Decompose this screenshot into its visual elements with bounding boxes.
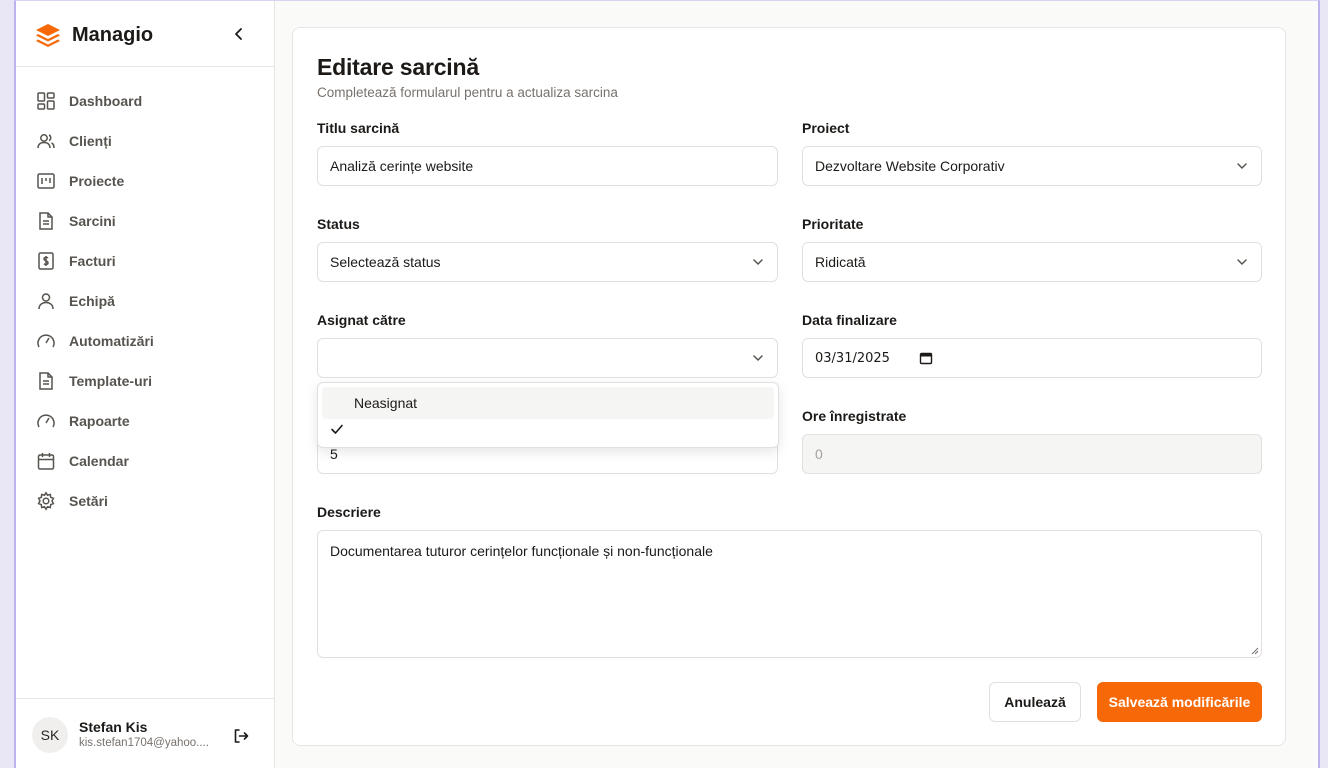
logout-icon[interactable] xyxy=(232,727,250,745)
sidebar-nav: Dashboard Clienți Proiecte Sarcini Factu… xyxy=(16,81,275,521)
cancel-button[interactable]: Anulează xyxy=(989,682,1081,722)
sidebar-item-label: Calendar xyxy=(69,453,129,469)
avatar: SK xyxy=(32,717,68,753)
sidebar-item-label: Proiecte xyxy=(69,173,125,189)
brand-header: Managio xyxy=(16,1,275,67)
sidebar-item-label: Sarcini xyxy=(69,213,116,229)
resize-handle-icon[interactable] xyxy=(1251,647,1259,655)
user-name: Stefan Kis xyxy=(79,719,148,735)
chevron-down-icon xyxy=(1237,163,1247,170)
sidebar-item-label: Echipă xyxy=(69,293,115,309)
save-button[interactable]: Salvează modificările xyxy=(1097,682,1262,722)
app-name: Managio xyxy=(72,24,154,46)
calendar-icon[interactable] xyxy=(919,351,933,365)
sidebar-item-label: Clienți xyxy=(69,133,112,149)
users-icon xyxy=(37,134,55,149)
task-title-input[interactable]: Analiză cerințe website xyxy=(317,146,778,186)
file-icon xyxy=(39,212,53,230)
sidebar-item-label: Facturi xyxy=(69,253,116,269)
calendar-icon xyxy=(37,453,55,470)
chevron-down-icon xyxy=(1237,259,1247,266)
description-label: Descriere xyxy=(317,504,381,520)
task-title-label: Titlu sarcină xyxy=(317,120,400,136)
user-profile: SK Stefan Kis kis.stefan1704@yahoo.... xyxy=(16,698,275,768)
priority-select-value: Ridicată xyxy=(815,254,866,270)
status-select[interactable]: Selectează status xyxy=(317,242,778,282)
page-title: Editare sarcină xyxy=(317,54,479,80)
check-icon xyxy=(331,424,343,434)
assignee-select[interactable] xyxy=(317,338,778,378)
priority-select[interactable]: Ridicată xyxy=(802,242,1262,282)
invoice-icon xyxy=(38,252,54,270)
project-select[interactable]: Dezvoltare Website Corporativ xyxy=(802,146,1262,186)
sidebar-item-label: Setări xyxy=(69,493,108,509)
chevron-left-icon[interactable] xyxy=(230,25,248,43)
sidebar-item-label: Rapoarte xyxy=(69,413,130,429)
edit-task-card: Editare sarcină Completează formularul p… xyxy=(292,27,1286,746)
assignee-label: Asignat către xyxy=(317,312,406,328)
gauge-icon xyxy=(37,334,55,348)
chevron-down-icon xyxy=(753,259,763,266)
sidebar-item-label: Automatizări xyxy=(69,333,154,349)
assignee-dropdown: Neasignat xyxy=(317,382,779,448)
sidebar-item-team[interactable]: Echipă xyxy=(16,281,275,321)
sidebar-item-dashboard[interactable]: Dashboard xyxy=(16,81,275,121)
file-icon xyxy=(39,372,53,390)
user-email: kis.stefan1704@yahoo.... xyxy=(79,737,209,749)
due-date-label: Data finalizare xyxy=(802,312,897,328)
logged-hours-input: 0 xyxy=(802,434,1262,474)
project-select-value: Dezvoltare Website Corporativ xyxy=(815,158,1005,174)
sidebar-item-label: Template-uri xyxy=(69,373,152,389)
priority-label: Prioritate xyxy=(802,216,864,232)
gear-icon xyxy=(37,491,55,511)
dashboard-icon xyxy=(37,92,55,110)
status-label: Status xyxy=(317,216,360,232)
sidebar-item-reports[interactable]: Rapoarte xyxy=(16,401,275,441)
app-window: Managio Dashboard Clienți Proiecte Sarci… xyxy=(14,0,1320,768)
status-select-value: Selectează status xyxy=(330,254,441,270)
user-icon xyxy=(38,293,54,310)
sidebar-item-clients[interactable]: Clienți xyxy=(16,121,275,161)
project-icon xyxy=(37,173,55,189)
sidebar-item-settings[interactable]: Setări xyxy=(16,481,275,521)
description-textarea[interactable]: Documentarea tuturor cerințelor funcțion… xyxy=(317,530,1262,658)
sidebar-item-invoices[interactable]: Facturi xyxy=(16,241,275,281)
project-label: Proiect xyxy=(802,120,850,136)
chevron-down-icon xyxy=(753,355,763,362)
sidebar-item-tasks[interactable]: Sarcini xyxy=(16,201,275,241)
dropdown-option-selected[interactable] xyxy=(322,413,774,445)
due-date-input[interactable]: 03/31/2025 xyxy=(802,338,1262,378)
sidebar-item-label: Dashboard xyxy=(69,93,143,109)
sidebar-item-projects[interactable]: Proiecte xyxy=(16,161,275,201)
sidebar-item-calendar[interactable]: Calendar xyxy=(16,441,275,481)
sidebar-item-automations[interactable]: Automatizări xyxy=(16,321,275,361)
sidebar: Managio Dashboard Clienți Proiecte Sarci… xyxy=(16,1,275,768)
sidebar-item-templates[interactable]: Template-uri xyxy=(16,361,275,401)
description-value: Documentarea tuturor cerințelor funcțion… xyxy=(330,543,713,559)
due-date-value: 03/31/2025 xyxy=(815,350,890,366)
gauge-icon xyxy=(37,414,55,428)
logged-hours-label: Ore înregistrate xyxy=(802,408,907,424)
dropdown-option-label: Neasignat xyxy=(354,395,418,411)
layers-logo-icon xyxy=(36,24,60,47)
page-subtitle: Completează formularul pentru a actualiz… xyxy=(317,85,618,100)
